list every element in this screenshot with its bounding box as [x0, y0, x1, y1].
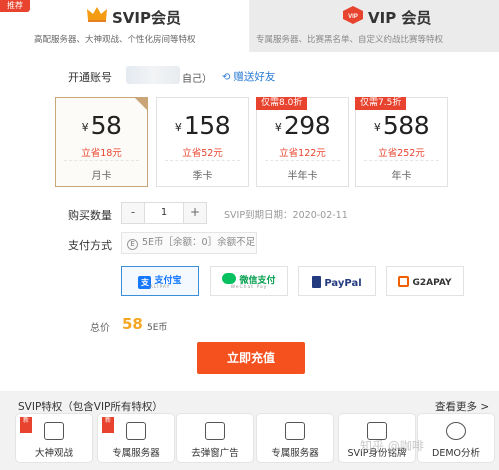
see-more-link[interactable]: 查看更多 >	[435, 399, 489, 414]
paypal-label: PayPal	[324, 278, 362, 289]
payment-label: 支付方式	[68, 239, 112, 252]
plan-save: 立省52元	[182, 148, 223, 159]
tab-svip-subtitle: 高配服务器、大神观战、个性化房间等特权	[34, 35, 196, 45]
plan-card-quarterly[interactable]: ¥158 立省52元 季卡	[156, 97, 249, 187]
tab-vip-subtitle: 专属服务器、比赛黑名单、自定义约战比赛等特权	[256, 35, 444, 45]
plan-save: 立省122元	[279, 148, 326, 159]
tab-vip-title: VIP 会员	[368, 9, 432, 27]
account-self-suffix: 自己）	[182, 74, 212, 85]
balance-text: 5E币［余额：0］余额不足	[142, 237, 256, 248]
tab-vip[interactable]: VIP VIP 会员 专属服务器、比赛黑名单、自定义约战比赛等特权	[250, 0, 499, 52]
plan-period: 年卡	[391, 171, 412, 182]
membership-tabs: 推荐 SVIP会员 高配服务器、大神观战、个性化房间等特权 VIP VIP 会员…	[0, 0, 499, 52]
refresh-icon: ⟲	[222, 72, 231, 83]
pay-option-alipay[interactable]: 支支付宝 ALIPAY	[121, 266, 199, 296]
tab-svip-title: SVIP会员	[112, 9, 181, 27]
svg-text:VIP: VIP	[348, 14, 358, 20]
plan-period: 半年卡	[287, 171, 318, 182]
watermark-text: 知乎 @咖啡	[360, 439, 424, 453]
divider	[364, 160, 439, 161]
divider	[165, 160, 240, 161]
total-label: 总价	[90, 323, 110, 334]
crown-icon	[87, 7, 107, 22]
privilege-demo-analysis[interactable]: DEMO分析	[417, 413, 495, 463]
divider	[265, 160, 340, 161]
discount-tag: 仅需8.0折	[256, 97, 308, 110]
privilege-spectate[interactable]: 新 大神观战	[15, 413, 93, 463]
quantity-value[interactable]: 1	[144, 203, 184, 223]
account-name-field	[126, 66, 180, 84]
recommend-ribbon: 推荐	[0, 0, 30, 12]
total-unit: 5E币	[147, 323, 168, 333]
no-ads-icon	[205, 422, 225, 440]
coin-icon: E	[127, 239, 138, 250]
plan-save: 立省18元	[81, 148, 122, 159]
quantity-increase-button[interactable]: +	[184, 203, 206, 223]
privilege-no-ads[interactable]: 去弹窗广告	[176, 413, 254, 463]
privilege-dedicated-server[interactable]: 专属服务器	[256, 413, 334, 463]
plan-price: ¥588	[373, 111, 430, 140]
plan-card-yearly[interactable]: 仅需7.5折 ¥588 立省252元 年卡	[355, 97, 448, 187]
vip-badge-icon: VIP	[343, 6, 363, 24]
plan-period: 月卡	[91, 171, 112, 182]
tab-svip[interactable]: 推荐 SVIP会员 高配服务器、大神观战、个性化房间等特权	[0, 0, 250, 52]
pay-option-paypal[interactable]: PayPal	[298, 266, 376, 296]
plan-price: ¥58	[81, 111, 122, 140]
plan-card-monthly[interactable]: ¥58 立省18元 月卡	[55, 97, 148, 187]
balance-option[interactable]: E 5E币［余额：0］余额不足	[121, 232, 257, 254]
plan-period: 季卡	[192, 171, 213, 182]
svip-expiry-date: SVIP到期日期：2020-02-11	[224, 210, 348, 221]
gift-friend-link[interactable]: ⟲ 赠送好友	[222, 69, 275, 84]
gift-friend-label: 赠送好友	[233, 71, 276, 83]
room-icon	[126, 422, 146, 440]
selected-corner-mark	[135, 98, 147, 110]
quantity-stepper: - 1 +	[121, 202, 207, 224]
wechat-icon	[222, 273, 237, 284]
account-label: 开通账号	[68, 71, 112, 84]
alipay-sublabel: ALIPAY	[149, 285, 171, 290]
plan-price: ¥298	[274, 111, 331, 140]
plan-card-half-year[interactable]: 仅需8.0折 ¥298 立省122元 半年卡	[256, 97, 349, 187]
g2a-icon	[398, 276, 410, 287]
discount-tag: 仅需7.5折	[355, 97, 407, 110]
pay-option-g2apay[interactable]: G2APAY	[386, 266, 464, 296]
recharge-now-button[interactable]: 立即充值	[197, 342, 305, 374]
total-value: 58	[122, 315, 143, 333]
quantity-decrease-button[interactable]: -	[122, 203, 144, 223]
g2apay-label: G2APAY	[412, 278, 452, 288]
analysis-icon	[446, 422, 466, 440]
paypal-icon	[312, 276, 322, 288]
quantity-label: 购买数量	[68, 209, 112, 222]
new-tag: 新	[20, 417, 32, 433]
plan-save: 立省252元	[378, 148, 425, 159]
monitor-icon	[44, 422, 64, 440]
divider	[64, 160, 139, 161]
pay-option-wechat[interactable]: 微信支付 WeChat Pay	[210, 266, 288, 296]
server-icon	[285, 422, 305, 440]
plan-price: ¥158	[174, 111, 231, 140]
new-tag: 新	[102, 417, 114, 433]
privileges-title: SVIP特权（包含VIP所有特权）	[18, 401, 163, 413]
privilege-server-room[interactable]: 新 专属服务器	[97, 413, 175, 463]
wechat-sublabel: WeChat Pay	[230, 285, 268, 290]
